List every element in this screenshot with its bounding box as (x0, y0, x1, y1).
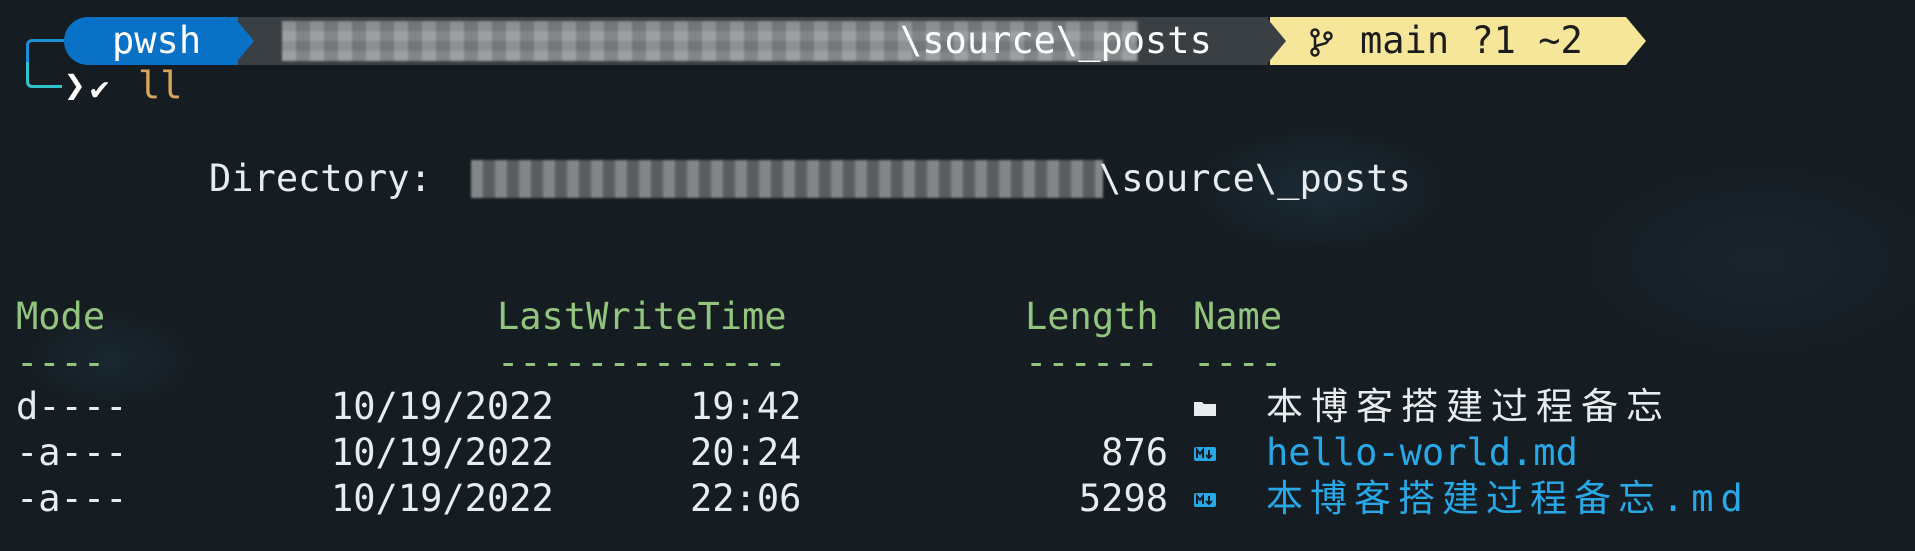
underline-length: ------ (1025, 341, 1159, 384)
markdown-file-icon (1194, 447, 1216, 461)
git-status-text: main ?1 ~2 (1360, 17, 1583, 65)
prompt-bracket-bottom (26, 62, 62, 88)
path-suffix: \source\_posts (900, 19, 1212, 62)
terminal-window[interactable]: pwsh \source\_posts main ?1 ~2 ❯ ✔ ll Di… (0, 0, 1915, 551)
header-name: Name (1193, 295, 1283, 338)
command-text[interactable]: ll (138, 64, 183, 108)
shell-segment: pwsh (64, 17, 250, 65)
success-check-icon: ✔ (90, 69, 110, 107)
underline-last-write-time: ------------- (497, 341, 787, 384)
row-date: 10/19/2022 (331, 477, 554, 520)
row-date: 10/19/2022 (331, 431, 554, 474)
path-segment: \source\_posts (238, 17, 1268, 65)
underline-name: ---- (1193, 341, 1283, 384)
row-date: 10/19/2022 (331, 385, 554, 428)
shell-name: pwsh (112, 19, 202, 62)
git-segment-arrow (1626, 17, 1646, 65)
header-last-write-time: LastWriteTime (497, 295, 787, 338)
row-time: 22:06 (690, 477, 802, 520)
path-segment-arrow (1266, 17, 1286, 65)
folder-icon (1194, 402, 1216, 416)
row-length: 5298 (1078, 477, 1168, 520)
row-length: 876 (1101, 431, 1168, 474)
row-name[interactable]: hello-world.md (1266, 430, 1578, 476)
markdown-file-icon (1194, 493, 1216, 507)
directory-label: Directory: (209, 157, 432, 200)
underline-mode: ---- (16, 341, 106, 384)
row-mode: -a--- (16, 431, 128, 474)
prompt-bar: pwsh \source\_posts main ?1 ~2 (0, 17, 1915, 79)
row-time: 19:42 (690, 385, 802, 428)
git-changes: ?1 ~2 (1471, 19, 1583, 62)
prompt-chevron-icon: ❯ (64, 65, 86, 106)
directory-path-suffix: \source\_posts (1099, 157, 1411, 200)
git-branch-name: main (1360, 19, 1450, 62)
shell-segment-arrow (234, 17, 254, 65)
header-mode: Mode (16, 295, 106, 338)
row-mode: d---- (16, 385, 128, 428)
header-length: Length (1025, 295, 1159, 338)
row-name[interactable]: 本博客搭建过程备忘.md (1266, 476, 1750, 522)
directory-line: Directory: \source\_posts (209, 154, 1609, 204)
redacted-directory-path (471, 160, 1103, 198)
git-branch-icon (1310, 28, 1333, 57)
row-time: 20:24 (690, 431, 802, 474)
command-line[interactable]: ❯ ✔ ll (26, 62, 426, 110)
git-segment: main ?1 ~2 (1270, 17, 1626, 65)
row-name[interactable]: 本博客搭建过程备忘 (1266, 384, 1671, 430)
row-mode: -a--- (16, 477, 128, 520)
